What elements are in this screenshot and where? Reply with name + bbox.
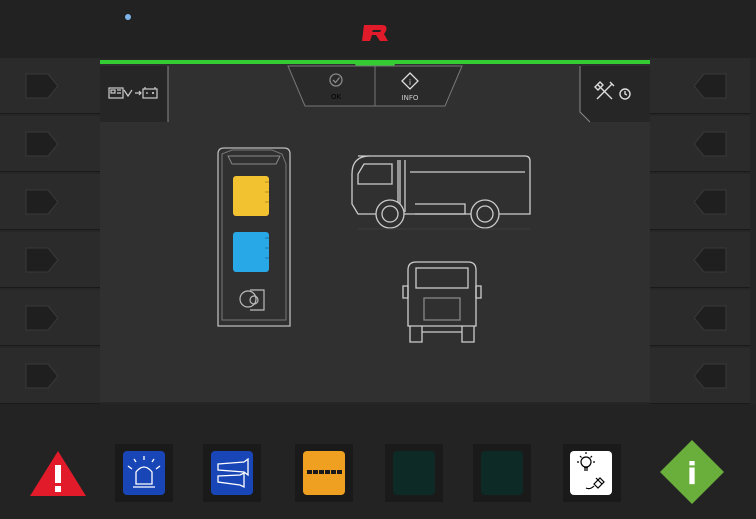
foam-tank-level (233, 176, 269, 216)
top-bar (0, 0, 756, 58)
svg-text:i: i (409, 78, 411, 87)
warning-button[interactable] (30, 451, 86, 496)
right-softkey-2[interactable] (650, 116, 750, 172)
lightbar-button[interactable] (295, 444, 353, 502)
beacon-button[interactable] (115, 444, 173, 502)
device-frame: i OK i INFO (0, 0, 756, 519)
main-screen: i OK i INFO (100, 60, 650, 402)
truck-side-view (351, 155, 531, 230)
tank-panel (217, 147, 291, 327)
brand-logo (362, 25, 388, 41)
horn-button[interactable] (203, 444, 261, 502)
tab-info-label: INFO (402, 94, 419, 102)
left-softkey-4[interactable] (0, 232, 100, 288)
light-plug-button[interactable] (563, 444, 621, 502)
left-softkey-3[interactable] (0, 174, 100, 230)
right-softkey-4[interactable] (650, 232, 750, 288)
info-button-label: i (687, 457, 697, 492)
right-softkey-5[interactable] (650, 290, 750, 346)
left-tab[interactable] (100, 66, 169, 122)
left-softkey-6[interactable] (0, 348, 100, 404)
status-led (125, 14, 131, 20)
tab-ok[interactable]: OK (287, 65, 376, 107)
empty-button-1[interactable] (385, 444, 443, 502)
left-softkey-5[interactable] (0, 290, 100, 346)
right-softkey-3[interactable] (650, 174, 750, 230)
empty-button-2[interactable] (473, 444, 531, 502)
right-softkey-6[interactable] (650, 348, 750, 404)
water-tank-level (233, 232, 269, 272)
right-softkeys (650, 58, 750, 404)
left-softkeys (0, 58, 100, 404)
truck-front-view (402, 261, 482, 343)
info-button[interactable]: i (660, 440, 724, 504)
tab-ok-label: OK (331, 93, 342, 101)
pump-icon (239, 289, 265, 311)
right-tab[interactable] (579, 66, 650, 123)
right-softkey-1[interactable] (650, 58, 750, 114)
bottom-button-bar: i (0, 404, 756, 519)
tab-info[interactable]: i INFO (374, 65, 463, 107)
left-softkey-2[interactable] (0, 116, 100, 172)
screen-canvas: i OK i INFO (100, 64, 650, 343)
left-softkey-1[interactable] (0, 58, 100, 114)
